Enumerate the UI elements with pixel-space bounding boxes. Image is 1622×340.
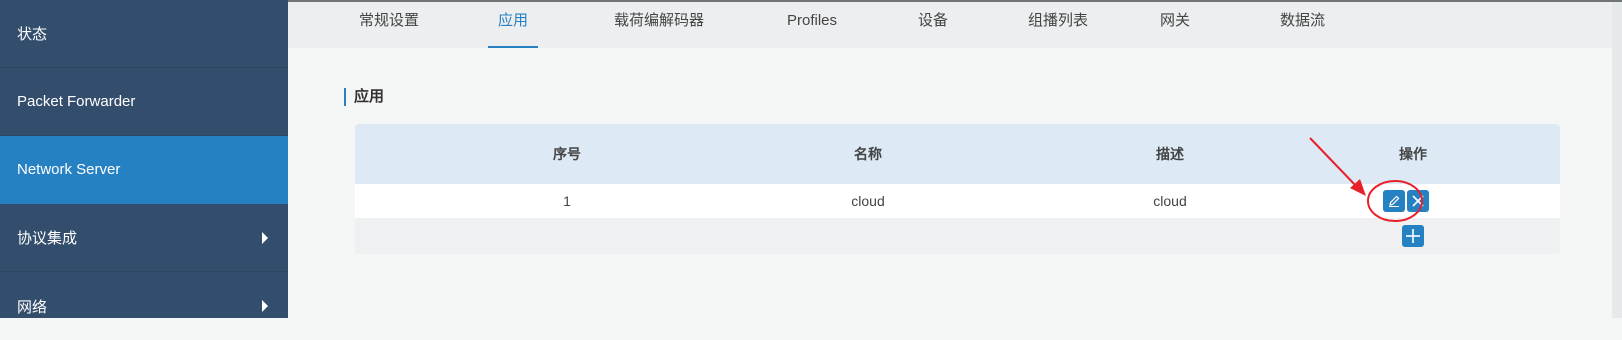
tab-payload-codec[interactable]: 载荷编解码器 xyxy=(614,2,704,48)
tab-devices[interactable]: 设备 xyxy=(918,2,948,48)
add-button[interactable] xyxy=(1402,225,1424,247)
section-title: 应用 xyxy=(344,88,384,106)
tab-multicast-list[interactable]: 组播列表 xyxy=(1028,2,1088,48)
tab-bar: 常规设置 应用 载荷编解码器 Profiles 设备 组播列表 网关 数据流 xyxy=(288,2,1622,48)
plus-icon xyxy=(1406,229,1420,243)
tab-data-streams[interactable]: 数据流 xyxy=(1280,2,1325,48)
pencil-icon xyxy=(1389,195,1400,207)
add-row xyxy=(355,218,1560,254)
sidebar-item-label: 网络 xyxy=(17,298,48,316)
cell-description: cloud xyxy=(1153,193,1187,209)
table-row: 1 cloud cloud xyxy=(355,184,1560,218)
sidebar-item-network-server[interactable]: Network Server xyxy=(0,136,288,204)
table-header: 序号 名称 描述 操作 xyxy=(355,124,1560,184)
tab-applications[interactable]: 应用 xyxy=(487,2,539,48)
sidebar: 状态 Packet Forwarder Network Server 协议集成 … xyxy=(0,0,288,318)
tab-gateways[interactable]: 网关 xyxy=(1160,2,1190,48)
applications-table: 序号 名称 描述 操作 1 cloud cloud xyxy=(355,124,1560,254)
sidebar-item-label: Packet Forwarder xyxy=(17,93,136,110)
caret-right-icon xyxy=(262,231,268,244)
column-header-description: 描述 xyxy=(1156,146,1184,162)
edit-button[interactable] xyxy=(1383,190,1405,212)
column-header-actions: 操作 xyxy=(1399,146,1427,162)
sidebar-item-label: 状态 xyxy=(17,26,48,43)
scroll-edge xyxy=(1612,2,1622,318)
sidebar-item-network[interactable]: 网络 xyxy=(0,272,288,340)
cell-name: cloud xyxy=(851,193,885,209)
delete-button[interactable] xyxy=(1407,190,1429,212)
tab-general-settings[interactable]: 常规设置 xyxy=(359,2,419,48)
caret-right-icon xyxy=(262,300,268,312)
sidebar-item-label: Network Server xyxy=(17,161,121,178)
column-header-name: 名称 xyxy=(854,146,882,162)
column-header-index: 序号 xyxy=(553,146,581,162)
tab-profiles[interactable]: Profiles xyxy=(787,2,837,48)
sidebar-item-protocol-integration[interactable]: 协议集成 xyxy=(0,204,288,272)
close-icon xyxy=(1412,195,1424,207)
cell-index: 1 xyxy=(563,193,571,209)
sidebar-item-packet-forwarder[interactable]: Packet Forwarder xyxy=(0,68,288,136)
sidebar-item-label: 协议集成 xyxy=(17,230,78,247)
sidebar-item-status[interactable]: 状态 xyxy=(0,0,288,68)
